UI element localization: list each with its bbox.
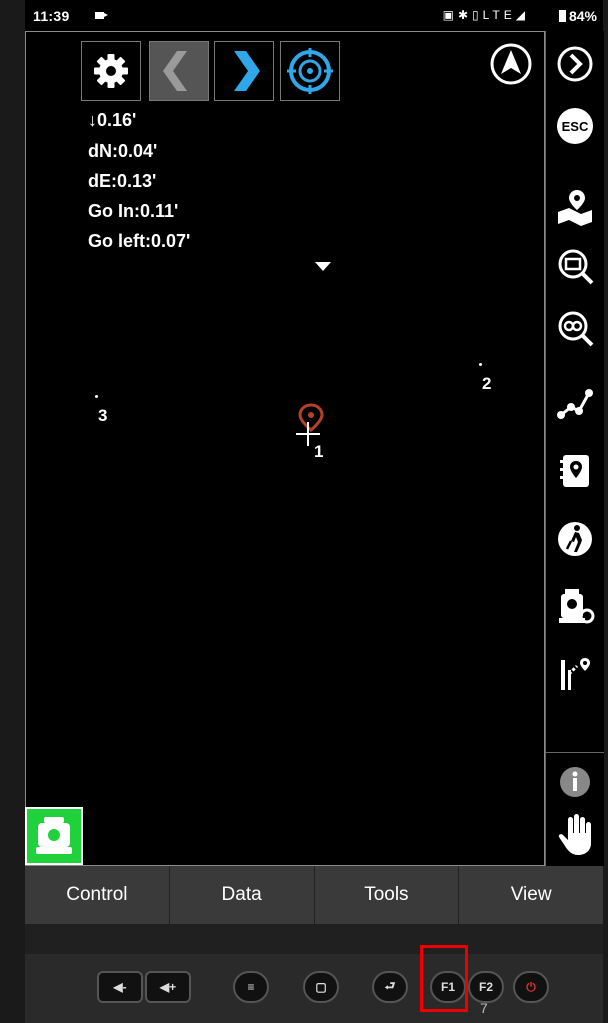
home-icon: ▢ [315, 980, 327, 994]
volume-down-key[interactable]: ◀- [97, 971, 143, 1003]
menu-key[interactable]: ≡ [233, 971, 269, 1003]
info-button[interactable] [546, 757, 604, 807]
zoom-all-button[interactable] [546, 303, 604, 353]
back-icon: ⮐ [384, 978, 396, 993]
zoom-infinity-icon [558, 311, 594, 347]
bezel-top [25, 924, 603, 954]
hand-pan-icon [558, 814, 591, 855]
power-icon: ⏻ [526, 979, 536, 994]
volume-down-icon: ◀- [113, 980, 127, 994]
polyline-button[interactable] [546, 378, 604, 428]
battery-icon [558, 10, 566, 22]
total-station-icon [36, 817, 72, 854]
esc-label: ESC [561, 118, 589, 134]
network-label: LTE [482, 8, 516, 22]
settings-button[interactable] [81, 41, 141, 101]
point-2-marker[interactable] [479, 363, 482, 366]
bezel-label: 7 [480, 1000, 488, 1016]
zoom-extents-button[interactable] [546, 241, 604, 291]
esc-icon: ESC [557, 108, 593, 144]
point-3-label: 3 [98, 406, 108, 425]
point-2-label: 2 [482, 374, 492, 393]
total-station-icon [559, 589, 595, 624]
signal-icon: ◢ [515, 8, 529, 22]
point-book-icon [560, 455, 589, 487]
map-layers-button[interactable] [546, 181, 604, 231]
chevron-right-circle-icon [557, 46, 593, 82]
status-bar: 11:39 ▣✱▯LTE◢ 84% [25, 0, 603, 31]
esc-button[interactable]: ESC [546, 101, 604, 151]
previous-button[interactable] [149, 41, 209, 101]
info-icon [560, 767, 590, 797]
map-pin-layers-icon [558, 190, 592, 226]
device-hardware-bezel: ◀- ◀+ ≡ ▢ ⮐ F1 F2 ⏻ [25, 924, 603, 1023]
gear-icon [94, 54, 128, 88]
menu-icon: ≡ [247, 980, 255, 994]
battery-level: 84% [568, 8, 597, 24]
cast-icon: ▣ [442, 8, 458, 22]
walking-person-icon [558, 522, 592, 556]
readout-vertical: ↓0.16' [88, 110, 137, 130]
crosshair-target-icon [287, 48, 333, 94]
status-icons: ▣✱▯LTE◢ [443, 8, 529, 22]
zoom-extents-icon [558, 249, 594, 285]
right-toolbar: ESC [545, 31, 604, 866]
sidebar-expand-button[interactable] [546, 39, 604, 89]
battery-indicator: 84% [558, 8, 597, 24]
tab-control[interactable]: Control [25, 866, 170, 924]
f1-highlight-box [420, 945, 468, 1012]
home-key[interactable]: ▢ [303, 971, 339, 1003]
bottom-tab-bar: Control Data Tools View [25, 866, 603, 924]
tab-tools[interactable]: Tools [315, 866, 460, 924]
readout-dn: dN:0.04' [88, 141, 158, 161]
stakeout-button[interactable] [546, 649, 604, 699]
target-button[interactable] [280, 41, 340, 101]
status-time: 11:39 [33, 8, 70, 24]
instrument-button[interactable] [546, 581, 604, 631]
camera-record-icon [95, 12, 108, 19]
polyline-icon [557, 389, 593, 419]
sidebar-divider [546, 752, 604, 753]
f2-label: F2 [478, 980, 493, 994]
bluetooth-icon: ✱ [457, 8, 473, 22]
readout-go-in: Go In:0.11' [88, 201, 179, 221]
tab-view[interactable]: View [459, 866, 603, 924]
north-arrow-icon [490, 43, 532, 85]
readout-de: dE:0.13' [88, 171, 157, 191]
point-1-label: 1 [314, 442, 324, 461]
walk-mode-button[interactable] [546, 514, 604, 564]
instrument-status-button[interactable] [25, 807, 83, 865]
north-arrow-button[interactable] [489, 42, 533, 86]
tab-data[interactable]: Data [170, 866, 315, 924]
volume-up-key[interactable]: ◀+ [145, 971, 191, 1003]
next-button[interactable] [214, 41, 274, 101]
chevron-left-icon [163, 51, 187, 91]
back-key[interactable]: ⮐ [372, 971, 408, 1003]
readout-go-left: Go left:0.07' [88, 231, 191, 251]
pan-button[interactable] [546, 809, 604, 859]
point-book-button[interactable] [546, 446, 604, 496]
power-key[interactable]: ⏻ [513, 971, 549, 1003]
point-3-marker[interactable] [95, 395, 98, 398]
vibrate-icon: ▯ [472, 8, 483, 22]
stakeout-icon [561, 658, 590, 690]
volume-up-icon: ◀+ [159, 980, 177, 994]
f2-key[interactable]: F2 [468, 971, 504, 1003]
chevron-right-icon [234, 51, 260, 91]
direction-caret-icon [315, 262, 331, 271]
